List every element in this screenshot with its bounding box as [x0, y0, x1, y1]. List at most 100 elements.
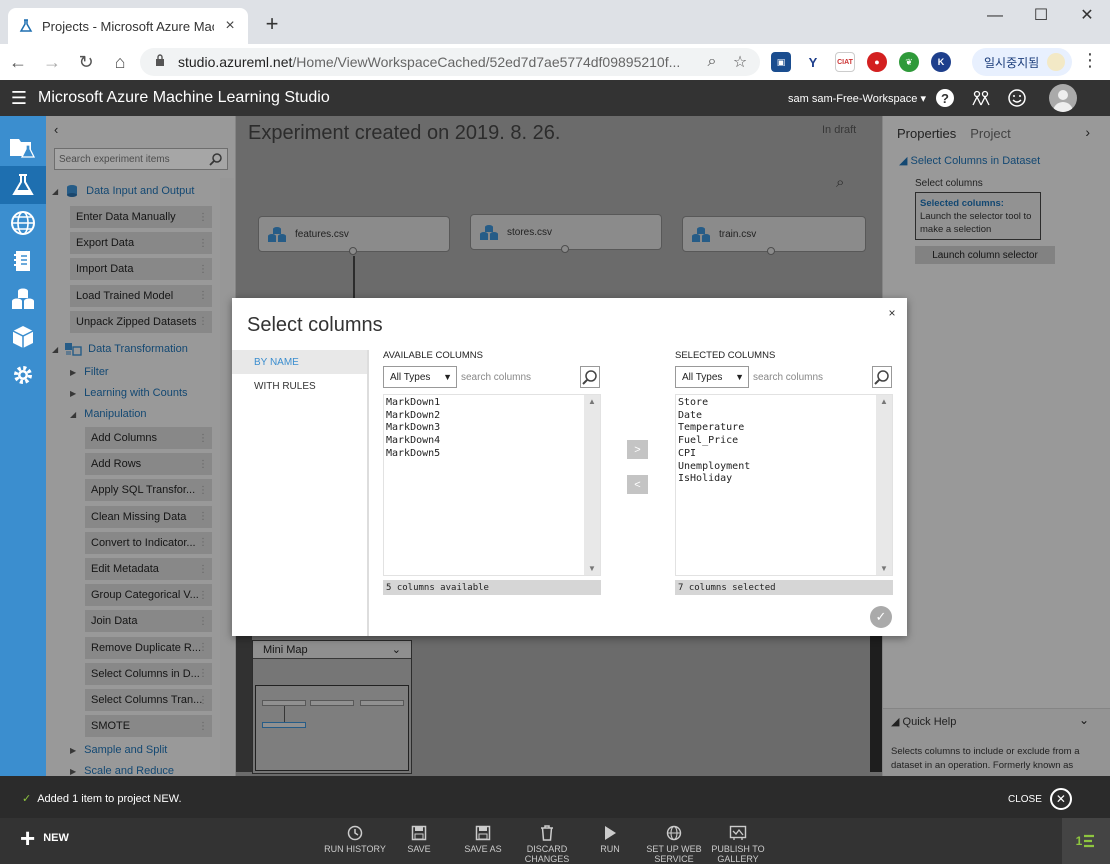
run-history-button[interactable]: RUN HISTORY — [322, 824, 388, 854]
add-columns-button[interactable]: > — [627, 440, 648, 459]
column-item[interactable]: Date — [678, 410, 750, 423]
minimize-button[interactable]: — — [972, 4, 1018, 28]
user-avatar[interactable] — [1049, 84, 1077, 112]
publish-to-gallery-button[interactable]: PUBLISH TO GALLERY — [705, 824, 771, 864]
search-icon[interactable] — [580, 366, 600, 388]
search-icon[interactable] — [872, 366, 892, 388]
list-lines-icon — [1084, 834, 1095, 848]
column-item[interactable]: MarkDown4 — [386, 435, 440, 448]
column-item[interactable]: Store — [678, 397, 750, 410]
workspace-selector[interactable]: sam sam-Free-Workspace ▾ — [788, 92, 926, 105]
play-icon — [603, 824, 617, 842]
close-tab-icon[interactable]: × — [222, 17, 238, 35]
browser-tab[interactable]: Projects - Microsoft Azure Mach × — [8, 8, 248, 44]
new-label: NEW — [43, 832, 69, 844]
browser-tab-bar: Projects - Microsoft Azure Mach × + — ☐ … — [0, 0, 1110, 44]
save-as-button[interactable]: SAVE AS — [450, 824, 516, 854]
column-item[interactable]: Temperature — [678, 422, 750, 435]
tab-with-rules[interactable]: WITH RULES — [232, 374, 367, 398]
confirm-checkmark-button[interactable]: ✓ — [870, 606, 892, 628]
available-type-filter[interactable]: All Types ▼ — [383, 366, 457, 388]
discard-changes-button[interactable]: DISCARD CHANGES — [514, 824, 580, 864]
app-header: ☰ Microsoft Azure Machine Learning Studi… — [0, 80, 1110, 116]
new-tab-button[interactable]: + — [260, 12, 284, 36]
experiments-icon[interactable] — [0, 166, 46, 204]
scroll-up-icon[interactable]: ▲ — [876, 397, 892, 406]
column-item[interactable]: CPI — [678, 448, 750, 461]
maximize-button[interactable]: ☐ — [1018, 4, 1064, 28]
available-columns-list[interactable]: MarkDown1 MarkDown2 MarkDown3 MarkDown4 Mark… — [383, 394, 601, 576]
scroll-down-icon[interactable]: ▼ — [584, 564, 600, 573]
column-item[interactable]: MarkDown3 — [386, 422, 440, 435]
settings-gear-icon[interactable] — [0, 356, 46, 394]
trained-models-icon[interactable] — [0, 318, 46, 356]
log-badge: 1 — [1075, 834, 1083, 848]
notification-bar: ✓ Added 1 item to project NEW. CLOSE ✕ — [0, 776, 1110, 818]
address-bar[interactable]: studio.azureml.net/Home/ViewWorkspaceCac… — [140, 48, 760, 76]
available-search-input[interactable]: search columns — [461, 366, 585, 388]
notification-text: Added 1 item to project NEW. — [37, 792, 182, 805]
list-scrollbar[interactable]: ▲ ▼ — [584, 395, 600, 575]
zoom-icon[interactable]: ⌕ — [702, 53, 722, 71]
profile-chip[interactable]: 일시중지됨 — [972, 48, 1072, 76]
save-as-disk-icon — [475, 824, 491, 842]
selected-columns-header: SELECTED COLUMNS — [675, 350, 776, 361]
web-services-icon[interactable] — [0, 204, 46, 242]
extension-k-icon[interactable]: K — [931, 52, 951, 72]
available-count: 5 columns available — [383, 580, 601, 595]
community-icon[interactable] — [970, 88, 992, 110]
new-button[interactable]: + NEW — [20, 825, 69, 851]
set-up-web-service-button[interactable]: SET UP WEB SERVICE — [641, 824, 707, 864]
run-button[interactable]: RUN — [577, 824, 643, 854]
datasets-icon[interactable] — [0, 280, 46, 318]
selected-type-filter[interactable]: All Types ▼ — [675, 366, 749, 388]
column-item[interactable]: MarkDown5 — [386, 448, 440, 461]
forward-button[interactable]: → — [36, 46, 68, 78]
reload-button[interactable]: ↻ — [70, 46, 102, 78]
list-scrollbar[interactable]: ▲ ▼ — [876, 395, 892, 575]
column-item[interactable]: IsHoliday — [678, 473, 750, 486]
remove-columns-button[interactable]: < — [627, 475, 648, 494]
home-button[interactable]: ⌂ — [104, 46, 136, 78]
column-item[interactable]: Fuel_Price — [678, 435, 750, 448]
column-item[interactable]: MarkDown1 — [386, 397, 440, 410]
caret-down-icon: ▼ — [735, 372, 744, 382]
selected-columns-list[interactable]: Store Date Temperature Fuel_Price CPI Unemplo… — [675, 394, 893, 576]
browser-menu-icon[interactable]: ⋮ — [1080, 50, 1100, 71]
notebooks-icon[interactable] — [0, 242, 46, 280]
type-filter-value: All Types — [390, 371, 431, 383]
tab-by-name[interactable]: BY NAME — [232, 350, 367, 374]
scroll-up-icon[interactable]: ▲ — [584, 397, 600, 406]
cmd-label: PUBLISH TO GALLERY — [711, 844, 765, 864]
feedback-smiley-icon[interactable] — [1006, 88, 1028, 110]
save-button[interactable]: SAVE — [386, 824, 452, 854]
column-item[interactable]: Unemployment — [678, 461, 750, 474]
hamburger-menu-icon[interactable]: ☰ — [0, 88, 38, 109]
checkmark-icon: ✓ — [22, 793, 32, 805]
evernote-icon[interactable]: ❦ — [899, 52, 919, 72]
projects-icon[interactable] — [0, 128, 46, 166]
scroll-down-icon[interactable]: ▼ — [876, 564, 892, 573]
extension-icon-1[interactable]: ▣ — [771, 52, 791, 72]
search-placeholder: search columns — [753, 371, 824, 383]
extension-icon-3[interactable]: CIAT — [835, 52, 855, 72]
close-window-button[interactable]: ✕ — [1064, 4, 1110, 28]
column-item[interactable]: MarkDown2 — [386, 410, 440, 423]
close-icon[interactable]: × — [885, 306, 899, 320]
back-button[interactable]: ← — [2, 46, 34, 78]
type-filter-value: All Types — [682, 371, 723, 383]
selected-search-input[interactable]: search columns — [753, 366, 877, 388]
output-log-button[interactable]: 1 — [1062, 818, 1110, 864]
extension-icon-4[interactable]: ● — [867, 52, 887, 72]
cmd-label: RUN — [600, 844, 620, 854]
save-disk-icon — [411, 824, 427, 842]
help-icon[interactable]: ? — [934, 88, 956, 110]
command-bar: + NEW RUN HISTORY SAVE SAVE AS DISCARD C… — [0, 818, 1110, 864]
profile-avatar-icon — [1047, 53, 1066, 71]
extension-icon-2[interactable]: Y — [803, 52, 823, 72]
bookmark-star-icon[interactable]: ☆ — [730, 52, 750, 72]
cmd-label: SAVE — [407, 844, 431, 854]
tab-title: Projects - Microsoft Azure Mach — [42, 18, 214, 34]
close-notification-button[interactable]: CLOSE ✕ — [1008, 788, 1072, 810]
dialog-title: Select columns — [247, 314, 383, 336]
